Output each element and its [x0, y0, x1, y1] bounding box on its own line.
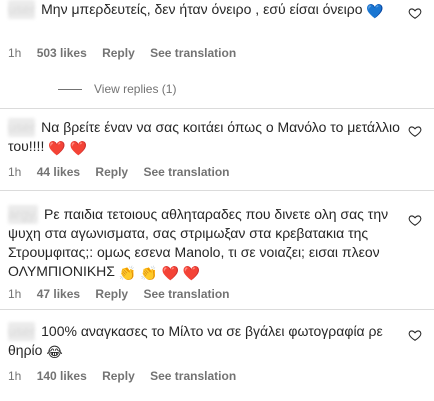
reply-button[interactable]: Reply — [95, 287, 128, 301]
like-heart-icon[interactable] — [408, 213, 422, 227]
comment-emoji: 😂 — [46, 344, 63, 360]
comment-text: argy. Ρε παιδια τετοιους αθληταραδες που… — [8, 205, 389, 281]
like-heart-icon[interactable] — [408, 328, 422, 342]
divider — [0, 309, 434, 310]
comment-emoji: ❤️ ❤️ — [48, 140, 87, 156]
timestamp: 1h — [8, 165, 22, 179]
comment-meta: 1h 47 likes Reply See translation — [8, 287, 241, 301]
timestamp: 1h — [8, 287, 22, 301]
comment-emoji: 💙 — [366, 3, 384, 19]
username[interactable]: user — [8, 118, 36, 137]
comment-text: user Μην μπερδευτείς, δεν ήταν όνειρο , … — [8, 0, 384, 19]
divider — [0, 190, 434, 191]
see-translation-button[interactable]: See translation — [150, 46, 236, 60]
username[interactable]: argy. — [8, 205, 39, 224]
username[interactable]: user — [8, 322, 36, 341]
see-translation-button[interactable]: See translation — [143, 287, 229, 301]
see-translation-button[interactable]: See translation — [143, 165, 229, 179]
divider — [0, 108, 434, 109]
likes-count[interactable]: 503 likes — [37, 46, 87, 60]
view-replies-button[interactable]: View replies (1) — [58, 82, 176, 96]
likes-count[interactable]: 47 likes — [37, 287, 80, 301]
see-translation-button[interactable]: See translation — [150, 369, 236, 383]
comment-meta: 1h 140 likes Reply See translation — [8, 369, 248, 383]
reply-button[interactable]: Reply — [102, 46, 135, 60]
timestamp: 1h — [8, 369, 22, 383]
timestamp: 1h — [8, 46, 22, 60]
comment-meta: 1h 44 likes Reply See translation — [8, 165, 241, 179]
like-heart-icon[interactable] — [408, 124, 422, 138]
username[interactable]: user — [8, 0, 36, 19]
comment-emoji: 👏 👏 ❤️ ❤️ — [118, 265, 201, 281]
likes-count[interactable]: 140 likes — [37, 369, 87, 383]
reply-button[interactable]: Reply — [102, 369, 135, 383]
comment-meta: 1h 503 likes Reply See translation — [8, 46, 248, 60]
reply-button[interactable]: Reply — [95, 165, 128, 179]
replies-line — [58, 89, 82, 91]
comment-text: user Να βρείτε έναν να σας κοιτάει όπως … — [8, 118, 400, 156]
likes-count[interactable]: 44 likes — [37, 165, 80, 179]
comment-text: user 100% αναγκασες το Μίλτο να σε βγάλε… — [8, 322, 383, 360]
like-heart-icon[interactable] — [408, 6, 422, 20]
